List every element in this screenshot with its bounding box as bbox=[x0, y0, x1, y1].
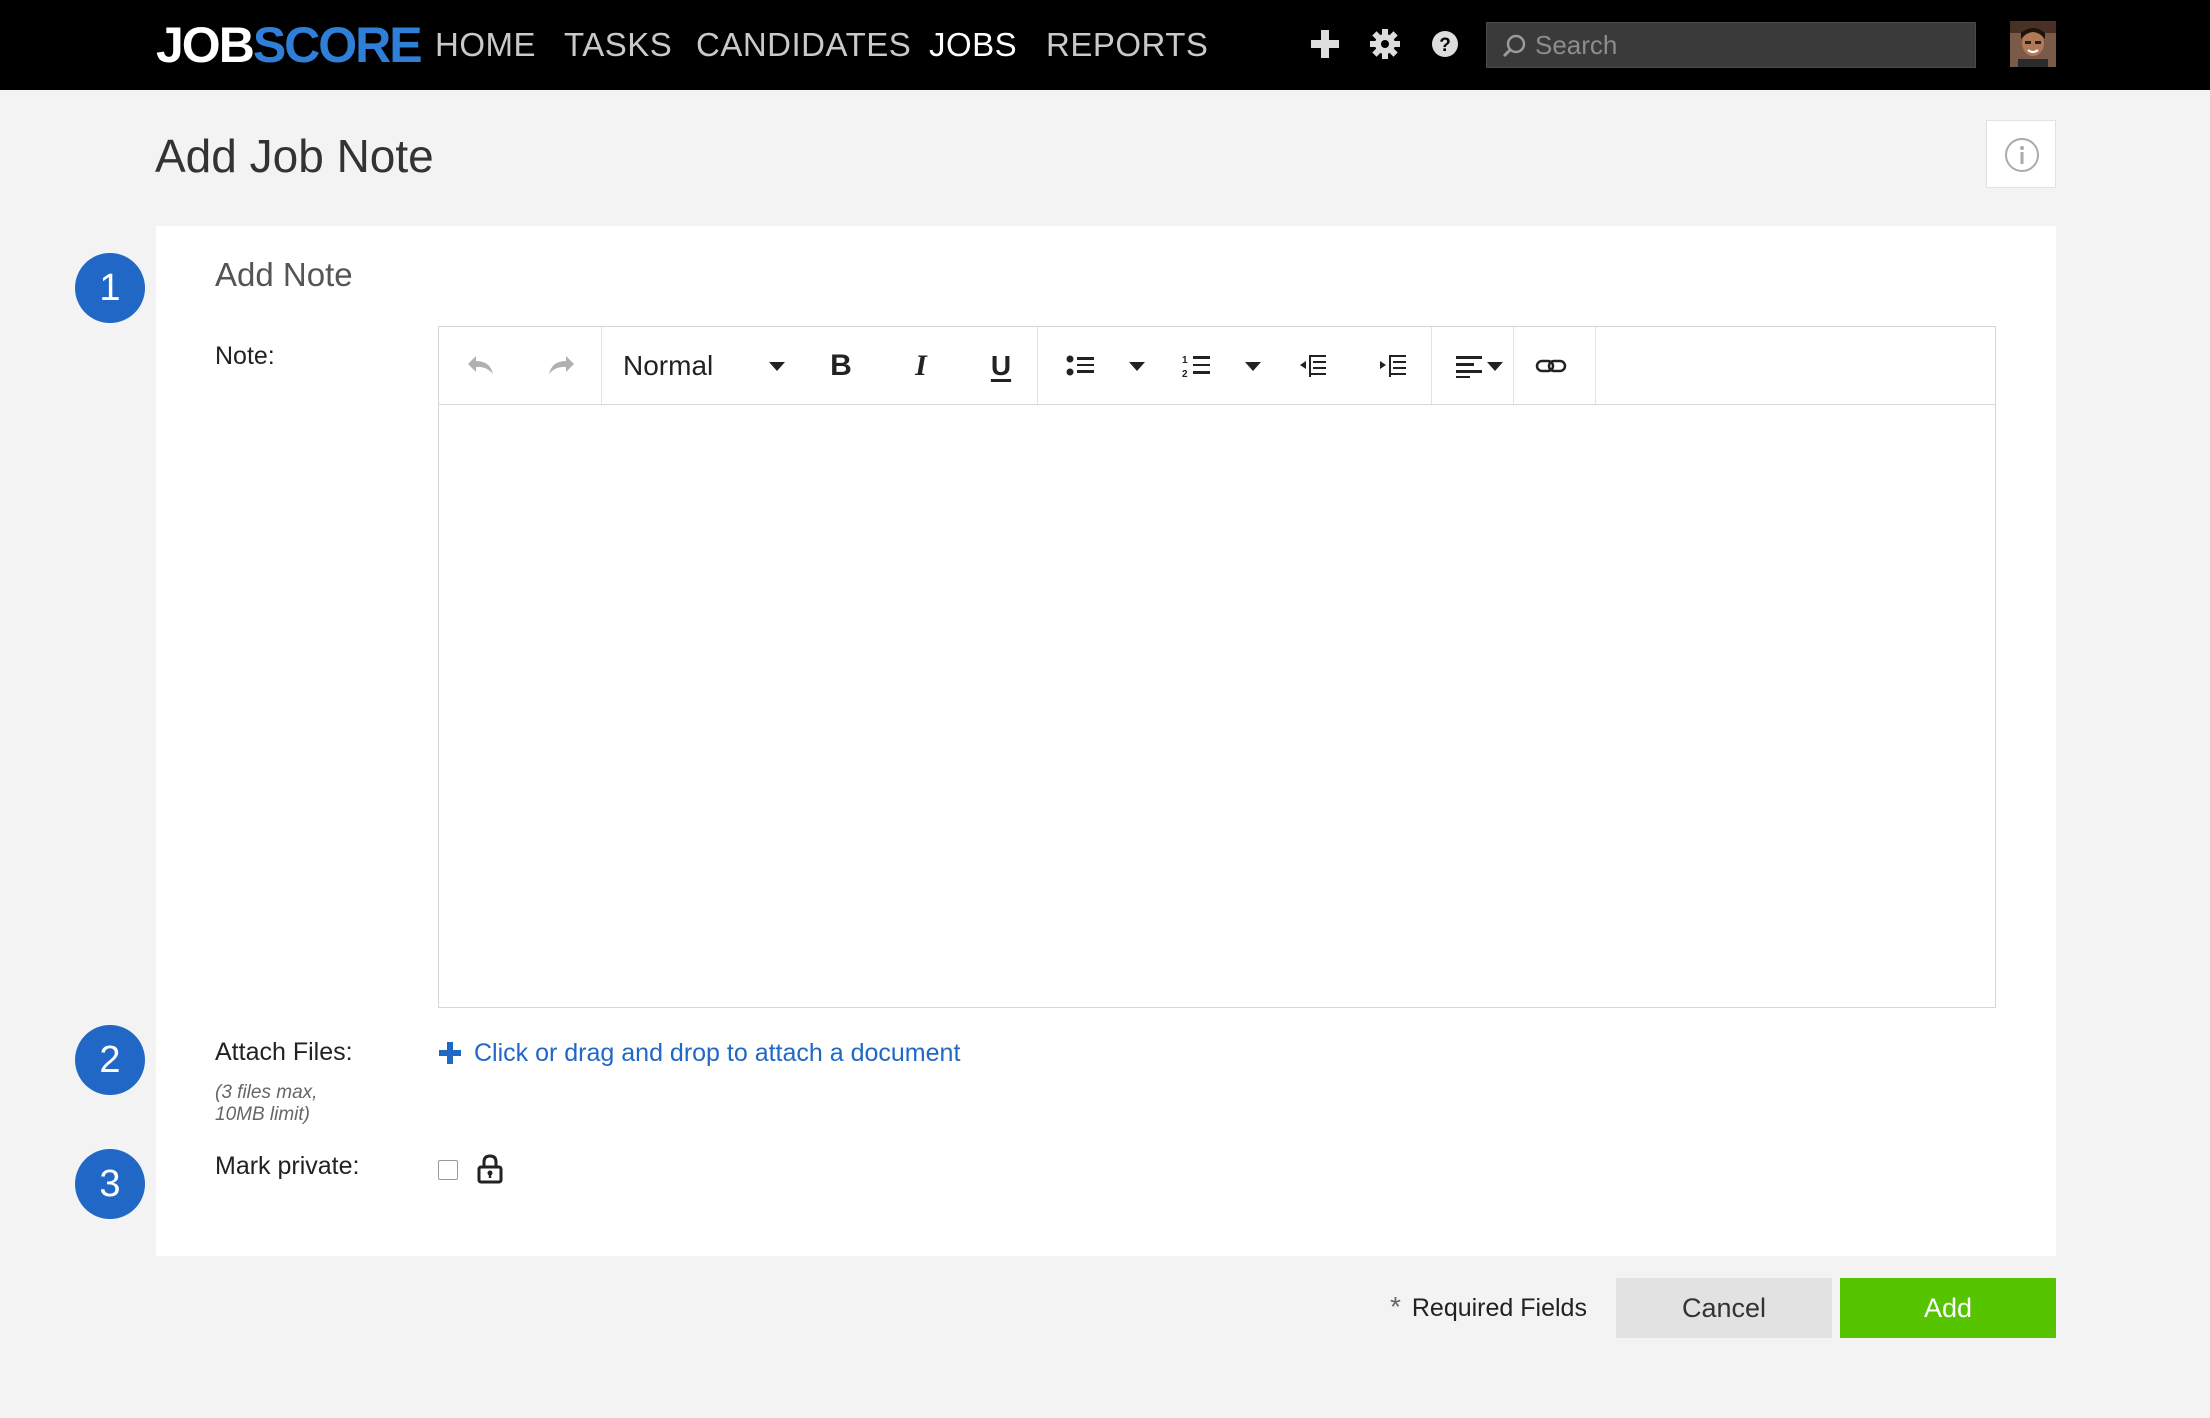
indent-button[interactable] bbox=[1373, 347, 1413, 385]
help-icon[interactable]: ? bbox=[1427, 26, 1463, 62]
nav-reports[interactable]: REPORTS bbox=[1046, 24, 1208, 66]
top-nav-bar: JOBSCORE HOME TASKS CANDIDATES JOBS REPO… bbox=[0, 0, 2210, 90]
numbered-list-icon: 12 bbox=[1182, 355, 1210, 379]
align-button[interactable] bbox=[1449, 347, 1489, 385]
info-button[interactable] bbox=[1986, 120, 2056, 188]
nav-home[interactable]: HOME bbox=[435, 24, 536, 66]
user-avatar[interactable] bbox=[2010, 21, 2056, 67]
redo-icon bbox=[549, 356, 574, 374]
italic-button[interactable]: I bbox=[901, 347, 941, 385]
attach-files-label: Attach Files: bbox=[215, 1038, 353, 1066]
search-icon bbox=[1502, 34, 1526, 58]
nav-candidates[interactable]: CANDIDATES bbox=[696, 24, 911, 66]
plus-icon[interactable] bbox=[1307, 26, 1343, 62]
page-title: Add Job Note bbox=[155, 130, 434, 182]
required-star: * bbox=[1390, 1291, 1401, 1322]
underline-button[interactable]: U bbox=[981, 347, 1021, 385]
toolbar-divider bbox=[1431, 327, 1432, 404]
link-button[interactable] bbox=[1531, 347, 1571, 385]
numbered-list-button[interactable]: 12 bbox=[1177, 347, 1217, 385]
redo-button[interactable] bbox=[541, 347, 581, 385]
svg-text:2: 2 bbox=[1182, 369, 1188, 379]
add-button[interactable]: Add bbox=[1840, 1278, 2056, 1338]
lock-icon bbox=[477, 1154, 503, 1189]
note-editor: Normal B I U 12 bbox=[438, 326, 1996, 1008]
svg-text:?: ? bbox=[1439, 35, 1451, 56]
note-text-area[interactable] bbox=[439, 405, 1995, 1007]
search-box bbox=[1486, 22, 1976, 68]
format-caret-icon[interactable] bbox=[769, 362, 785, 371]
bullet-list-caret-icon[interactable] bbox=[1129, 362, 1145, 371]
toolbar-divider bbox=[601, 327, 602, 404]
search-input[interactable] bbox=[1535, 23, 1965, 67]
mark-private-label: Mark private: bbox=[215, 1152, 360, 1180]
align-left-icon bbox=[1456, 356, 1482, 378]
attach-limit-hint-line2: 10MB limit) bbox=[215, 1104, 311, 1125]
toolbar-divider bbox=[1513, 327, 1514, 404]
attach-link-text: Click or drag and drop to attach a docum… bbox=[474, 1038, 961, 1067]
gear-icon[interactable] bbox=[1367, 26, 1403, 62]
svg-text:1: 1 bbox=[1182, 355, 1188, 366]
undo-button[interactable] bbox=[461, 347, 501, 385]
info-icon bbox=[2005, 138, 2039, 172]
editor-toolbar: Normal B I U 12 bbox=[439, 327, 1995, 405]
align-caret-icon[interactable] bbox=[1487, 362, 1503, 371]
attach-document-link[interactable]: Click or drag and drop to attach a docum… bbox=[438, 1036, 960, 1070]
link-icon bbox=[1535, 359, 1567, 373]
nav-tasks[interactable]: TASKS bbox=[564, 24, 672, 66]
indent-icon bbox=[1380, 355, 1406, 377]
outdent-icon bbox=[1300, 355, 1326, 377]
section-title: Add Note bbox=[215, 256, 353, 293]
format-select[interactable]: Normal bbox=[623, 345, 713, 387]
undo-icon bbox=[468, 356, 493, 374]
toolbar-divider bbox=[1595, 327, 1596, 404]
numbered-list-caret-icon[interactable] bbox=[1245, 362, 1261, 371]
step-badge-3: 3 bbox=[75, 1149, 145, 1219]
mark-private-checkbox[interactable] bbox=[438, 1160, 458, 1180]
bullet-list-icon bbox=[1066, 355, 1094, 376]
step-badge-2: 2 bbox=[75, 1025, 145, 1095]
attach-limit-hint-line1: (3 files max, bbox=[215, 1082, 318, 1103]
plus-icon bbox=[439, 1042, 461, 1064]
outdent-button[interactable] bbox=[1293, 347, 1333, 385]
toolbar-divider bbox=[1037, 327, 1038, 404]
note-label: Note: bbox=[215, 342, 275, 370]
step-badge-1: 1 bbox=[75, 253, 145, 323]
required-fields-note: * Required Fields bbox=[1390, 1291, 1587, 1322]
bullet-list-button[interactable] bbox=[1061, 347, 1101, 385]
nav-jobs[interactable]: JOBS bbox=[929, 24, 1017, 66]
cancel-button[interactable]: Cancel bbox=[1616, 1278, 1832, 1338]
jobscore-logo[interactable]: JOBSCORE bbox=[156, 16, 423, 74]
bold-button[interactable]: B bbox=[821, 347, 861, 385]
